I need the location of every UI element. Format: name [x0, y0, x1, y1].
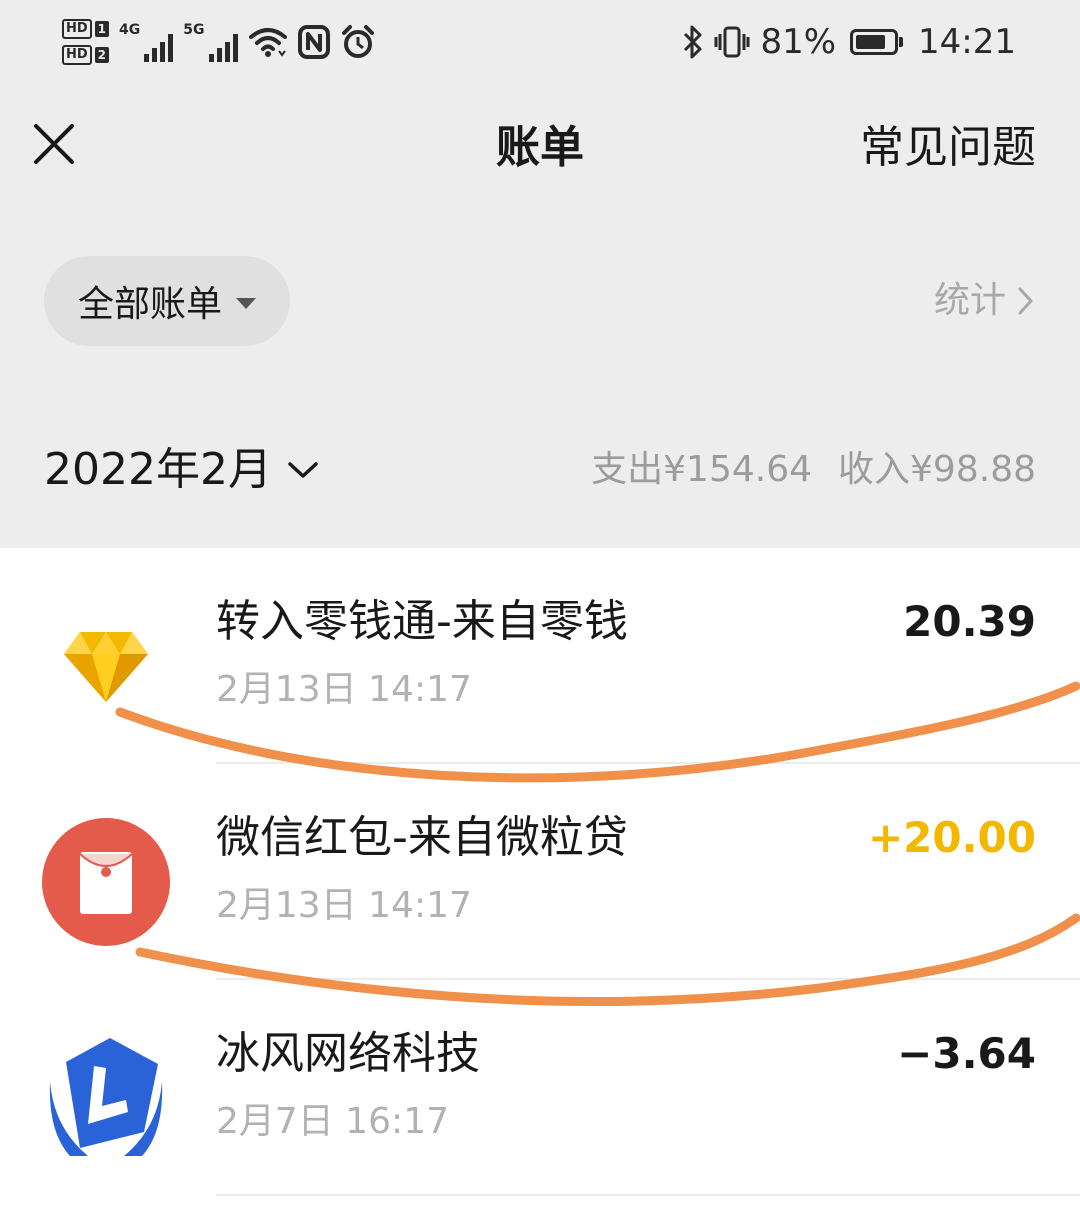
- transaction-time: 2月13日 14:17: [216, 669, 472, 710]
- wifi-icon: [248, 28, 287, 57]
- hd-badge: HD: [62, 19, 92, 39]
- bill-filter-dropdown[interactable]: 全部账单: [44, 256, 290, 346]
- transaction-amount: +20.00: [867, 813, 1036, 862]
- sim-number: 1: [94, 21, 110, 37]
- signal-icon: [208, 32, 238, 62]
- transaction-row[interactable]: 冰风网络科技 2月7日 16:17 −3.64: [0, 980, 1080, 1196]
- statistics-label: 统计: [933, 280, 1006, 321]
- red-packet-icon: [38, 814, 174, 950]
- sim1-indicator: HD 1: [62, 19, 110, 39]
- status-bar: HD 1 HD 2 4G 5G 81% 14:21: [0, 0, 1080, 84]
- chevron-right-icon: [1018, 287, 1033, 315]
- alarm-icon: [341, 25, 374, 58]
- status-bar-right: 81% 14:21: [682, 20, 1016, 64]
- bluetooth-icon: [684, 25, 702, 59]
- transaction-title: 冰风网络科技: [216, 1028, 480, 1079]
- transaction-time: 2月7日 16:17: [216, 1101, 449, 1142]
- month-summary: 支出¥154.64 收入¥98.88: [591, 444, 1036, 496]
- sim2-indicator: HD 2: [62, 45, 110, 65]
- month-income: 收入¥98.88: [838, 449, 1036, 490]
- merchant-logo-icon: [38, 1030, 174, 1166]
- statistics-link[interactable]: 统计: [934, 276, 1034, 326]
- battery-icon: [850, 29, 904, 55]
- transaction-title: 转入零钱通-来自零钱: [216, 596, 628, 647]
- caret-down-icon: [236, 297, 256, 309]
- transaction-row[interactable]: 转入零钱通-来自零钱 2月13日 14:17 20.39: [0, 548, 1080, 764]
- month-selector[interactable]: 2022年2月: [44, 438, 318, 502]
- signal-icon: [144, 32, 174, 62]
- hd-badge: HD: [62, 45, 92, 65]
- transaction-amount: −3.64: [897, 1029, 1036, 1078]
- nfc-icon: [297, 25, 330, 59]
- sim-number: 2: [94, 47, 110, 63]
- diamond-icon: [38, 598, 174, 734]
- network-type-5g: 5G: [183, 22, 205, 38]
- chevron-down-icon: [288, 462, 318, 478]
- sim-indicators: HD 1 HD 2: [62, 19, 110, 65]
- transaction-time: 2月13日 14:17: [216, 885, 472, 926]
- faq-button[interactable]: 常见问题: [860, 118, 1036, 178]
- vibrate-icon: [714, 26, 750, 58]
- month-label: 2022年2月: [44, 444, 272, 495]
- network-type-4g: 4G: [119, 22, 141, 38]
- nav-bar: 账单 常见问题: [0, 90, 1080, 206]
- transaction-list: 转入零钱通-来自零钱 2月13日 14:17 20.39 微信红包-来自微粒贷 …: [0, 548, 1080, 1218]
- clock: 14:21: [918, 22, 1016, 62]
- row-divider: [216, 1194, 1080, 1196]
- battery-level: [856, 35, 886, 49]
- transaction-row[interactable]: 微信红包-来自微粒贷 2月13日 14:17 +20.00: [0, 764, 1080, 980]
- transaction-title: 微信红包-来自微粒贷: [216, 812, 628, 863]
- transaction-amount: 20.39: [903, 597, 1036, 646]
- battery-percent: 81%: [760, 22, 837, 62]
- filter-label: 全部账单: [77, 284, 222, 325]
- month-expense: 支出¥154.64: [591, 449, 813, 490]
- status-bar-left: HD 1 HD 2 4G 5G: [62, 14, 376, 70]
